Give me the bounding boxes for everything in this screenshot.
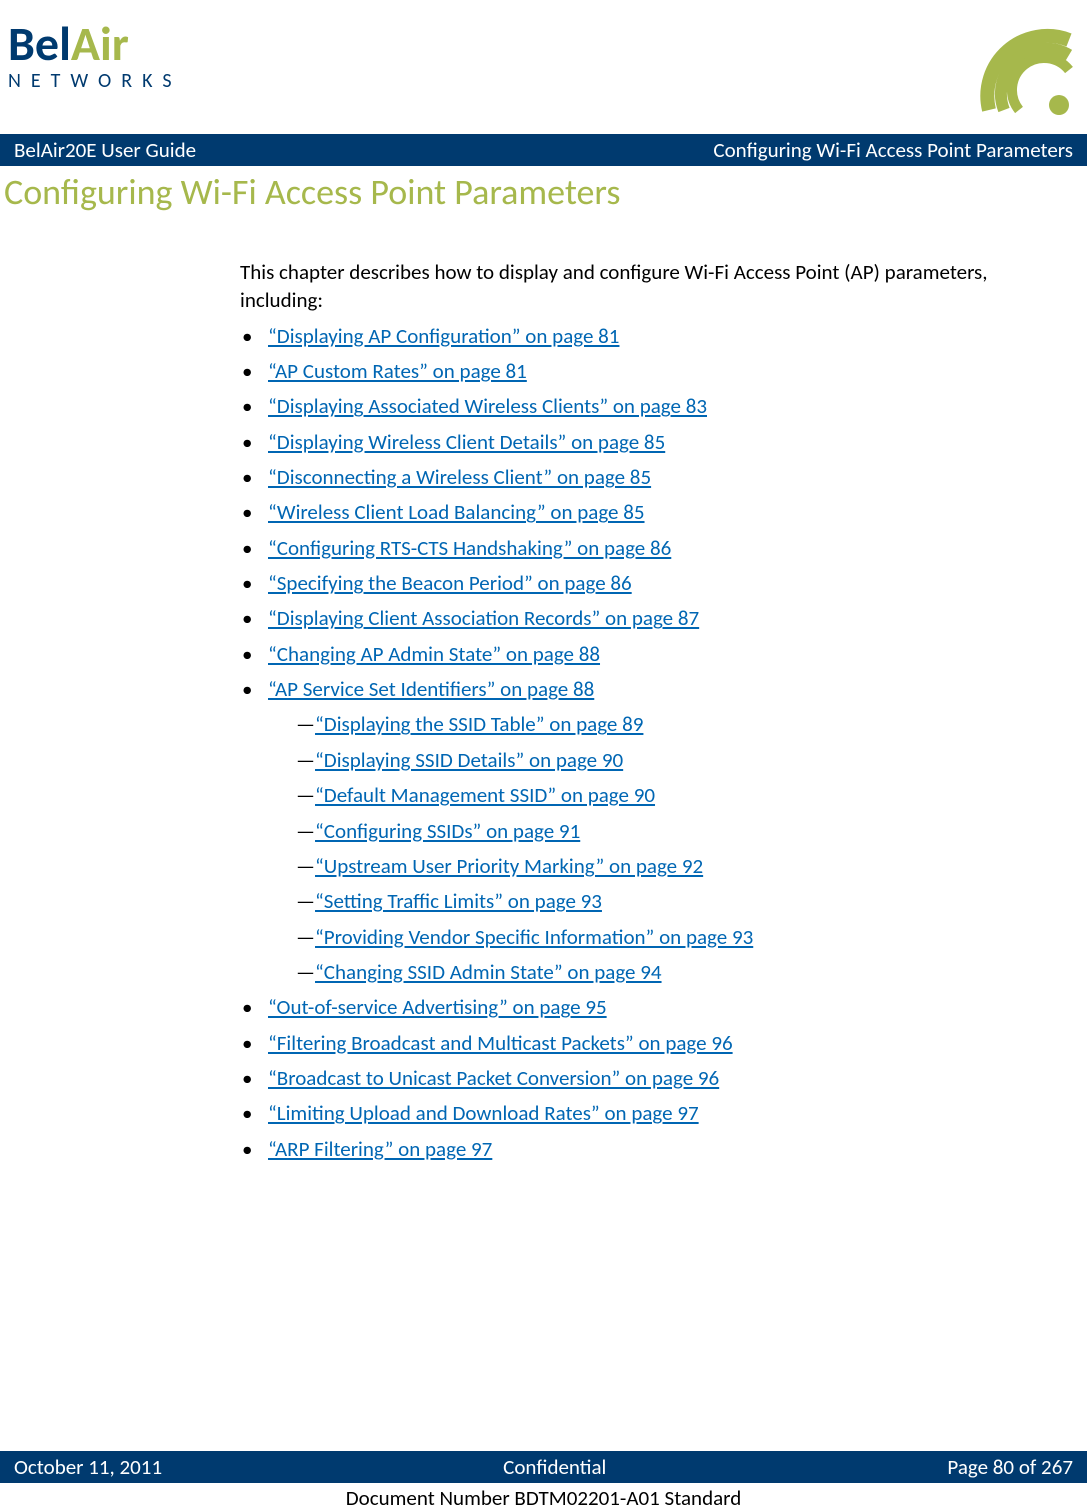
logo-word1-part1: Bel xyxy=(8,14,71,73)
toc-link[interactable]: “Filtering Broadcast and Multicast Packe… xyxy=(268,1030,733,1056)
toc-subitem: —“Providing Vendor Specific Information”… xyxy=(296,923,1027,951)
toc-sublink[interactable]: “Providing Vendor Specific Information” … xyxy=(315,924,753,950)
dash-icon: — xyxy=(296,711,315,737)
toc-item: “Configuring RTS-CTS Handshaking” on pag… xyxy=(240,534,1027,562)
toc-item: “Changing AP Admin State” on page 88 xyxy=(240,640,1027,668)
toc-link[interactable]: “ARP Filtering” on page 97 xyxy=(268,1136,492,1162)
toc-link[interactable]: “Out-of-service Advertising” on page 95 xyxy=(268,994,607,1020)
toc-subitem: —“Changing SSID Admin State” on page 94 xyxy=(296,958,1027,986)
toc-subitem: —“Displaying the SSID Table” on page 89 xyxy=(296,710,1027,738)
toc-sublink[interactable]: “Configuring SSIDs” on page 91 xyxy=(315,818,580,844)
toc-link[interactable]: “AP Custom Rates” on page 81 xyxy=(268,358,527,384)
toc-item: “Broadcast to Unicast Packet Conversion”… xyxy=(240,1064,1027,1092)
toc-sublink[interactable]: “Changing SSID Admin State” on page 94 xyxy=(315,959,662,985)
toc-item: “AP Custom Rates” on page 81 xyxy=(240,357,1027,385)
dash-icon: — xyxy=(296,853,315,879)
dash-icon: — xyxy=(296,747,315,773)
brand-logo: BelAir NETWORKS xyxy=(8,10,182,93)
toc-subitem: —“Upstream User Priority Marking” on pag… xyxy=(296,852,1027,880)
toc-item: “AP Service Set Identifiers” on page 88 —… xyxy=(240,675,1027,986)
toc-link[interactable]: “Limiting Upload and Download Rates” on … xyxy=(268,1100,699,1126)
toc-link[interactable]: “Displaying Wireless Client Details” on … xyxy=(268,429,665,455)
toc-item: “Filtering Broadcast and Multicast Packe… xyxy=(240,1029,1027,1057)
toc-link[interactable]: “Changing AP Admin State” on page 88 xyxy=(268,641,600,667)
toc-item: “Specifying the Beacon Period” on page 8… xyxy=(240,569,1027,597)
toc-subitem: —“Configuring SSIDs” on page 91 xyxy=(296,817,1027,845)
toc-link[interactable]: “Disconnecting a Wireless Client” on pag… xyxy=(268,464,651,490)
toc-item: “Disconnecting a Wireless Client” on pag… xyxy=(240,463,1027,491)
toc-item: “Out-of-service Advertising” on page 95 xyxy=(240,993,1027,1021)
document-number: Document Number BDTM02201-A01 Standard xyxy=(0,1483,1087,1511)
header-right: Configuring Wi-Fi Access Point Parameter… xyxy=(713,137,1073,163)
dash-icon: — xyxy=(296,888,315,914)
dash-icon: — xyxy=(296,959,315,985)
logo-word1-part2: Air xyxy=(71,14,129,73)
toc-item: “Limiting Upload and Download Rates” on … xyxy=(240,1099,1027,1127)
toc-item: “Displaying Client Association Records” … xyxy=(240,604,1027,632)
toc-item: “Wireless Client Load Balancing” on page… xyxy=(240,498,1027,526)
toc-link[interactable]: “Displaying AP Configuration” on page 81 xyxy=(268,323,619,349)
logo-word2: NETWORKS xyxy=(8,69,182,93)
toc-item: “Displaying Associated Wireless Clients”… xyxy=(240,392,1027,420)
toc-item: “ARP Filtering” on page 97 xyxy=(240,1135,1027,1163)
intro-paragraph: This chapter describes how to display an… xyxy=(240,258,1027,315)
toc-sublink[interactable]: “Setting Traffic Limits” on page 93 xyxy=(315,888,602,914)
toc-link[interactable]: “Specifying the Beacon Period” on page 8… xyxy=(268,570,632,596)
footer-page: Page 80 of 267 xyxy=(947,1454,1073,1480)
toc-link[interactable]: “Displaying Associated Wireless Clients”… xyxy=(268,393,707,419)
toc-subitem: —“Displaying SSID Details” on page 90 xyxy=(296,746,1027,774)
toc-link[interactable]: “Configuring RTS-CTS Handshaking” on pag… xyxy=(268,535,671,561)
footer-confidential: Confidential xyxy=(503,1454,606,1480)
toc-sublink[interactable]: “Default Management SSID” on page 90 xyxy=(315,782,655,808)
toc-sublink[interactable]: “Upstream User Priority Marking” on page… xyxy=(315,853,703,879)
toc-sublink[interactable]: “Displaying the SSID Table” on page 89 xyxy=(315,711,643,737)
dash-icon: — xyxy=(296,818,315,844)
dash-icon: — xyxy=(296,924,315,950)
toc-sublink[interactable]: “Displaying SSID Details” on page 90 xyxy=(315,747,623,773)
toc-sublist: —“Displaying the SSID Table” on page 89—… xyxy=(268,710,1027,986)
dash-icon: — xyxy=(296,782,315,808)
toc-subitem: —“Setting Traffic Limits” on page 93 xyxy=(296,887,1027,915)
header-bar: BelAir20E User Guide Configuring Wi-Fi A… xyxy=(0,134,1087,166)
toc-item: “Displaying AP Configuration” on page 81 xyxy=(240,322,1027,350)
header-left: BelAir20E User Guide xyxy=(14,137,196,163)
brand-mark-icon xyxy=(959,10,1079,120)
toc-subitem: —“Default Management SSID” on page 90 xyxy=(296,781,1027,809)
toc-link[interactable]: “Broadcast to Unicast Packet Conversion”… xyxy=(268,1065,719,1091)
chapter-title: Configuring Wi-Fi Access Point Parameter… xyxy=(0,166,1087,214)
footer-bar: October 11, 2011 Confidential Page 80 of… xyxy=(0,1451,1087,1483)
toc-link[interactable]: “Wireless Client Load Balancing” on page… xyxy=(268,499,645,525)
toc-link[interactable]: “AP Service Set Identifiers” on page 88 xyxy=(268,676,594,702)
toc-link[interactable]: “Displaying Client Association Records” … xyxy=(268,605,699,631)
toc-item: “Displaying Wireless Client Details” on … xyxy=(240,428,1027,456)
footer-date: October 11, 2011 xyxy=(14,1454,162,1480)
toc-list: “Displaying AP Configuration” on page 81… xyxy=(240,322,1027,1163)
